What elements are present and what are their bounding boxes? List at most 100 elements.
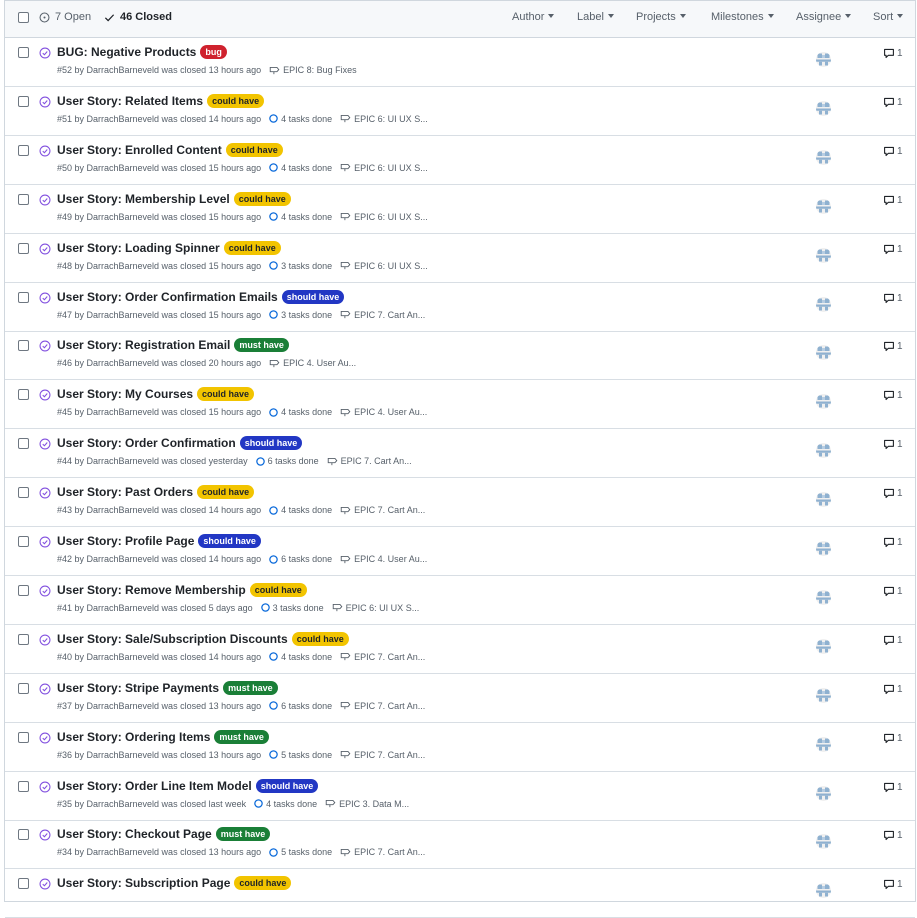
issue-title-link[interactable]: User Story: Enrolled Content	[57, 143, 222, 157]
issue-title-link[interactable]: User Story: Membership Level	[57, 192, 230, 206]
assignee-avatar[interactable]	[816, 883, 831, 899]
assignee-avatar[interactable]	[816, 785, 831, 801]
issue-label[interactable]: should have	[239, 436, 303, 451]
comment-count-link[interactable]: 1	[883, 782, 903, 793]
filter-sort[interactable]: Sort	[873, 11, 904, 23]
issue-label[interactable]: should have	[281, 289, 345, 304]
issue-title-link[interactable]: User Story: Subscription Page	[57, 876, 230, 890]
comment-count-link[interactable]: 1	[883, 390, 903, 401]
assignee-avatar[interactable]	[816, 541, 831, 556]
task-progress[interactable]: 4 tasks done	[266, 799, 317, 809]
issue-label[interactable]: should have	[198, 534, 261, 548]
assignee-avatar[interactable]	[816, 247, 831, 263]
assignee-avatar[interactable]	[816, 394, 831, 410]
task-progress[interactable]: 4 tasks done	[281, 652, 332, 662]
milestone-link[interactable]: EPIC 7. Cart An...	[354, 701, 425, 711]
issue-label[interactable]: could have	[223, 240, 281, 255]
milestone-link[interactable]: EPIC 7. Cart An...	[354, 652, 425, 662]
comment-count-link[interactable]: 1	[883, 635, 903, 646]
issue-label[interactable]: must have	[223, 680, 278, 695]
issue-checkbox[interactable]	[18, 682, 29, 694]
assignee-avatar[interactable]	[816, 834, 831, 850]
task-progress[interactable]: 4 tasks done	[281, 212, 332, 222]
task-progress[interactable]: 5 tasks done	[281, 750, 332, 760]
issue-title-link[interactable]: BUG: Negative Products	[57, 45, 196, 59]
issue-title-link[interactable]: User Story: Remove Membership	[57, 583, 246, 597]
issue-label[interactable]: could have	[207, 93, 265, 108]
milestone-link[interactable]: EPIC 8: Bug Fixes	[283, 65, 357, 75]
issue-label[interactable]: could have	[197, 387, 255, 402]
comment-count-link[interactable]: 1	[883, 830, 903, 841]
issue-label[interactable]: bug	[200, 45, 227, 59]
assignee-avatar[interactable]	[816, 149, 831, 165]
issue-title-link[interactable]: User Story: Sale/Subscription Discounts	[57, 632, 288, 646]
milestone-link[interactable]: EPIC 4. User Au...	[354, 407, 427, 417]
assignee-avatar[interactable]	[816, 638, 831, 654]
task-progress[interactable]: 3 tasks done	[281, 261, 332, 271]
milestone-link[interactable]: EPIC 7. Cart An...	[354, 750, 425, 760]
issue-label[interactable]: could have	[249, 582, 307, 597]
issue-label[interactable]: must have	[215, 827, 271, 842]
issue-title-link[interactable]: User Story: Related Items	[57, 94, 203, 108]
assignee-avatar[interactable]	[816, 100, 831, 116]
issue-title-link[interactable]: User Story: Order Confirmation	[57, 436, 236, 450]
task-progress[interactable]: 3 tasks done	[273, 603, 324, 613]
task-progress[interactable]: 6 tasks done	[268, 456, 319, 466]
task-progress[interactable]: 6 tasks done	[281, 701, 332, 711]
issue-checkbox[interactable]	[18, 95, 29, 107]
filter-milestones[interactable]: Milestones	[711, 11, 774, 23]
comment-count-link[interactable]: 1	[883, 586, 903, 597]
issue-checkbox[interactable]	[18, 47, 29, 58]
issue-label[interactable]: could have	[291, 631, 349, 646]
issue-title-link[interactable]: User Story: Registration Email	[57, 338, 230, 352]
task-progress[interactable]: 6 tasks done	[281, 554, 332, 564]
comment-count-link[interactable]: 1	[883, 684, 903, 695]
issue-label[interactable]: should have	[255, 778, 319, 793]
issue-title-link[interactable]: User Story: Order Confirmation Emails	[57, 290, 278, 304]
comment-count-link[interactable]: 1	[883, 341, 903, 352]
issue-title-link[interactable]: User Story: My Courses	[57, 387, 193, 401]
filter-author[interactable]: Author	[512, 11, 555, 23]
issue-title-link[interactable]: User Story: Stripe Payments	[57, 681, 219, 695]
task-progress[interactable]: 4 tasks done	[281, 163, 332, 173]
task-progress[interactable]: 4 tasks done	[281, 505, 332, 515]
milestone-link[interactable]: EPIC 3. Data M...	[339, 799, 409, 809]
task-progress[interactable]: 4 tasks done	[281, 407, 332, 417]
issue-label[interactable]: could have	[234, 876, 292, 891]
issue-title-link[interactable]: User Story: Profile Page	[57, 534, 194, 548]
issue-checkbox[interactable]	[18, 487, 29, 499]
assignee-avatar[interactable]	[816, 198, 831, 214]
task-progress[interactable]: 4 tasks done	[281, 114, 332, 124]
issue-checkbox[interactable]	[18, 144, 29, 156]
assignee-avatar[interactable]	[816, 736, 831, 752]
comment-count-link[interactable]: 1	[883, 244, 903, 255]
comment-count-link[interactable]: 1	[883, 879, 903, 890]
comment-count-link[interactable]: 1	[883, 146, 903, 157]
milestone-link[interactable]: EPIC 6: UI UX S...	[354, 261, 428, 271]
assignee-avatar[interactable]	[816, 443, 831, 459]
issue-title-link[interactable]: User Story: Past Orders	[57, 485, 193, 499]
issue-checkbox[interactable]	[18, 438, 29, 450]
assignee-avatar[interactable]	[816, 687, 831, 703]
milestone-link[interactable]: EPIC 7. Cart An...	[341, 456, 412, 466]
filter-assignee[interactable]: Assignee	[796, 11, 852, 23]
comment-count-link[interactable]: 1	[883, 488, 903, 499]
issue-checkbox[interactable]	[18, 291, 29, 303]
comment-count-link[interactable]: 1	[883, 537, 903, 548]
issue-label[interactable]: must have	[234, 338, 289, 353]
task-progress[interactable]: 3 tasks done	[281, 310, 332, 320]
issue-checkbox[interactable]	[18, 829, 29, 841]
issue-checkbox[interactable]	[18, 731, 29, 743]
issue-title-link[interactable]: User Story: Order Line Item Model	[57, 779, 252, 793]
milestone-link[interactable]: EPIC 6: UI UX S...	[354, 163, 428, 173]
assignee-avatar[interactable]	[816, 492, 831, 508]
milestone-link[interactable]: EPIC 7. Cart An...	[354, 847, 425, 857]
assignee-avatar[interactable]	[816, 345, 831, 361]
issue-checkbox[interactable]	[18, 193, 29, 205]
issue-checkbox[interactable]	[18, 340, 29, 352]
comment-count-link[interactable]: 1	[883, 48, 903, 59]
task-progress[interactable]: 5 tasks done	[281, 847, 332, 857]
comment-count-link[interactable]: 1	[883, 733, 903, 744]
issue-label[interactable]: could have	[225, 142, 283, 157]
milestone-link[interactable]: EPIC 6: UI UX S...	[354, 212, 428, 222]
